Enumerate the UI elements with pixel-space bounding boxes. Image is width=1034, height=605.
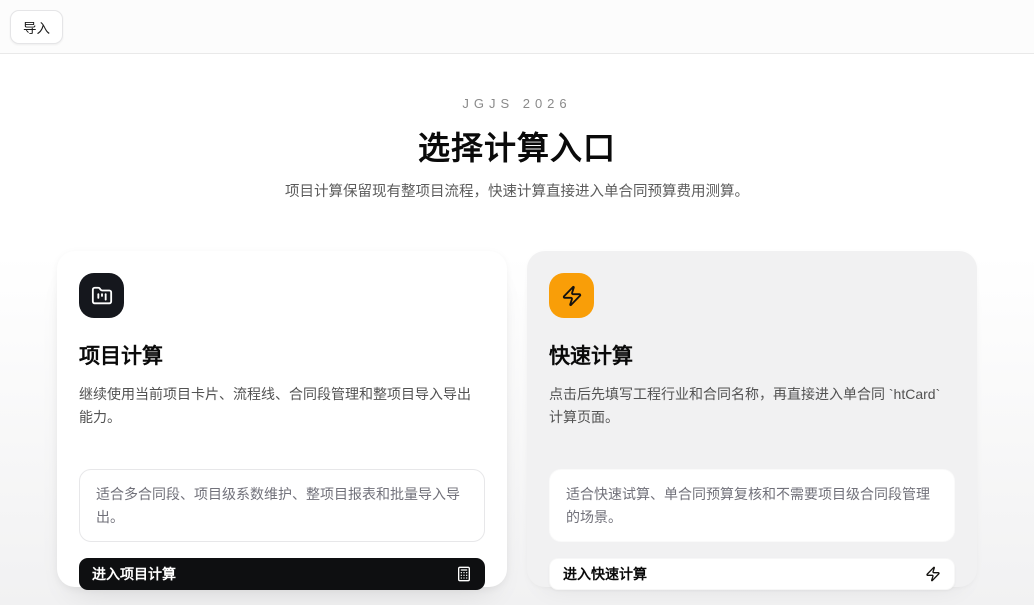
main-content: JGJS 2026 选择计算入口 项目计算保留现有整项目流程，快速计算直接进入单… [57,96,977,587]
project-card-description: 继续使用当前项目卡片、流程线、合同段管理和整项目导入导出能力。 [79,383,479,429]
project-calculation-card: 项目计算 继续使用当前项目卡片、流程线、合同段管理和整项目导入导出能力。 适合多… [57,251,507,587]
calculator-icon [456,566,472,582]
page-subtitle: 项目计算保留现有整项目流程，快速计算直接进入单合同预算费用测算。 [57,180,977,201]
enter-project-calculation-label: 进入项目计算 [92,564,176,584]
quick-card-title: 快速计算 [549,340,955,370]
project-card-title: 项目计算 [79,340,485,370]
enter-quick-calculation-button[interactable]: 进入快速计算 [549,558,955,590]
enter-quick-calculation-label: 进入快速计算 [563,564,647,584]
zap-icon [549,273,594,318]
top-bar: 导入 [0,0,1034,54]
project-card-note: 适合多合同段、项目级系数维护、整项目报表和批量导入导出。 [79,469,485,542]
quick-card-description: 点击后先填写工程行业和合同名称，再直接进入单合同 `htCard` 计算页面。 [549,383,949,429]
folder-kanban-icon [79,273,124,318]
zap-icon [925,566,941,582]
enter-project-calculation-button[interactable]: 进入项目计算 [79,558,485,590]
quick-card-note: 适合快速试算、单合同预算复核和不需要项目级合同段管理的场景。 [549,469,955,542]
entry-cards: 项目计算 继续使用当前项目卡片、流程线、合同段管理和整项目导入导出能力。 适合多… [57,251,977,587]
quick-calculation-card: 快速计算 点击后先填写工程行业和合同名称，再直接进入单合同 `htCard` 计… [527,251,977,587]
import-button[interactable]: 导入 [10,10,63,44]
brand-eyebrow: JGJS 2026 [57,96,977,111]
page-title: 选择计算入口 [57,123,977,169]
